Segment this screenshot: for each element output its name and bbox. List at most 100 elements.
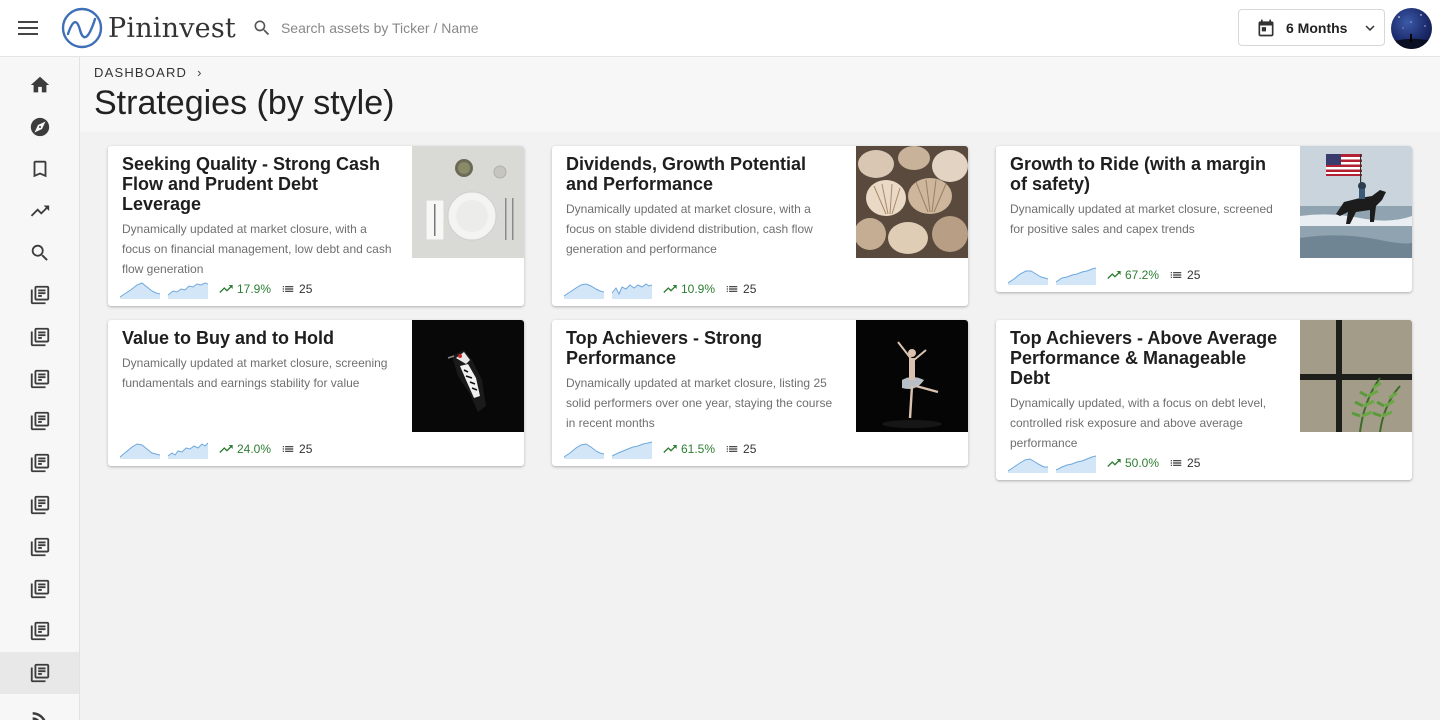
holdings-count: 25 <box>281 442 312 456</box>
return-value: 24.0% <box>218 441 271 457</box>
card-description: Dynamically updated at market closure, l… <box>566 376 833 430</box>
return-value: 10.9% <box>662 281 715 297</box>
trending-up-icon <box>663 285 677 293</box>
avatar[interactable] <box>1391 8 1432 49</box>
search-icon <box>31 244 48 261</box>
sidebar-item-library-5[interactable] <box>0 442 79 484</box>
strategy-card-value-buy-hold[interactable]: Value to Buy and to Hold Dynamically upd… <box>108 320 524 466</box>
card-title: Top Achievers - Strong Performance <box>566 328 763 368</box>
card-title: Top Achievers - Above Average Performanc… <box>1010 328 1278 388</box>
sidebar-item-library-6[interactable] <box>0 484 79 526</box>
library-icon <box>30 579 49 599</box>
sidebar-item-library-1[interactable] <box>0 274 79 316</box>
chevron-down-icon <box>1365 24 1375 31</box>
sidebar-item-library-9[interactable] <box>0 610 79 652</box>
rss-icon <box>32 712 45 720</box>
calendar-icon <box>1258 19 1274 36</box>
sidebar-item-library-10[interactable] <box>0 652 79 694</box>
list-icon <box>726 286 738 292</box>
card-stats: 67.2% 25 <box>1008 265 1200 285</box>
trending-up-icon <box>219 285 233 293</box>
list-icon <box>282 446 294 452</box>
sparkline-chart <box>1056 267 1096 285</box>
home-icon <box>30 76 49 93</box>
sidebar-item-trends[interactable] <box>0 190 79 232</box>
library-icon <box>30 663 49 683</box>
search-bar <box>252 8 641 48</box>
holdings-count: 25 <box>281 282 312 296</box>
top-app-bar: Pininvest 6 Months <box>0 0 1440 57</box>
trending-up-icon <box>30 205 49 217</box>
sparkline-chart <box>564 443 604 459</box>
library-icon <box>30 453 49 473</box>
sidebar-item-library-3[interactable] <box>0 358 79 400</box>
trending-up-icon <box>663 445 677 453</box>
compass-icon <box>30 117 49 137</box>
strategy-card-dividends-growth[interactable]: Dividends, Growth Potential and Performa… <box>552 146 968 306</box>
horse-rider-flag-image <box>1300 146 1412 258</box>
holdings-count: 25 <box>1169 268 1200 282</box>
list-icon <box>1170 272 1182 278</box>
card-title: Growth to Ride (with a margin of safety) <box>1010 154 1266 194</box>
strategy-card-growth-to-ride[interactable]: Growth to Ride (with a margin of safety)… <box>996 146 1412 292</box>
search-input[interactable] <box>280 20 641 36</box>
card-description: Dynamically updated at market closure, w… <box>122 222 392 276</box>
sparkline-chart <box>168 442 208 459</box>
return-value: 17.9% <box>218 281 271 297</box>
card-stats: 10.9% 25 <box>564 279 756 299</box>
list-icon <box>726 446 738 452</box>
sparkline-chart <box>120 443 160 459</box>
logo[interactable]: Pininvest <box>61 7 236 49</box>
sparkline-chart <box>1056 455 1096 473</box>
card-stats: 17.9% 25 <box>120 279 312 299</box>
ballerina-image <box>856 320 968 432</box>
sidebar-item-explore[interactable] <box>0 106 79 148</box>
fern-window-image <box>1300 320 1412 432</box>
library-icon <box>30 369 49 389</box>
card-title: Value to Buy and to Hold <box>122 328 335 348</box>
sidebar-item-home[interactable] <box>0 64 79 106</box>
library-icon <box>30 495 49 515</box>
search-icon[interactable] <box>252 18 272 38</box>
period-selector[interactable]: 6 Months <box>1238 9 1385 46</box>
card-description: Dynamically updated at market closure, w… <box>566 202 813 256</box>
sparkline-chart <box>168 282 208 299</box>
card-stats: 50.0% 25 <box>1008 453 1200 473</box>
sparkline-chart <box>564 283 604 299</box>
sparkline-chart <box>612 441 652 459</box>
holdings-count: 25 <box>725 282 756 296</box>
sidebar-item-library-4[interactable] <box>0 400 79 442</box>
seashells-image <box>856 146 968 258</box>
card-description: Dynamically updated at market closure, s… <box>122 356 388 390</box>
page-header: DASHBOARD › Strategies (by style) <box>80 57 1440 132</box>
card-description: Dynamically updated, with a focus on deb… <box>1010 396 1267 450</box>
sidebar-item-library-8[interactable] <box>0 568 79 610</box>
sidebar <box>0 57 80 720</box>
sidebar-item-library-7[interactable] <box>0 526 79 568</box>
sidebar-item-bookmarks[interactable] <box>0 148 79 190</box>
card-title: Dividends, Growth Potential and Performa… <box>566 154 807 194</box>
strategy-card-top-achievers-debt[interactable]: Top Achievers - Above Average Performanc… <box>996 320 1412 480</box>
library-icon <box>30 621 49 641</box>
sidebar-item-library-2[interactable] <box>0 316 79 358</box>
app-name: Pininvest <box>108 12 236 44</box>
card-description: Dynamically updated at market closure, s… <box>1010 202 1273 236</box>
page-title: Strategies (by style) <box>94 84 395 122</box>
sidebar-item-search[interactable] <box>0 232 79 274</box>
trending-up-icon <box>1107 271 1121 279</box>
trending-up-icon <box>219 445 233 453</box>
bookmark-icon <box>33 160 46 178</box>
sparkline-chart <box>612 283 652 299</box>
strategy-card-top-achievers-strong[interactable]: Top Achievers - Strong Performance Dynam… <box>552 320 968 466</box>
breadcrumb-dashboard-link[interactable]: DASHBOARD <box>94 65 187 80</box>
list-icon <box>282 286 294 292</box>
menu-button[interactable] <box>0 0 56 56</box>
strategy-card-seeking-quality[interactable]: Seeking Quality - Strong Cash Flow and P… <box>108 146 524 306</box>
library-icon <box>30 537 49 557</box>
library-icon <box>30 411 49 431</box>
logo-mark-icon <box>61 7 103 49</box>
sidebar-item-feed[interactable] <box>0 694 79 720</box>
card-title: Seeking Quality - Strong Cash Flow and P… <box>122 154 381 214</box>
menu-icon <box>18 21 38 35</box>
library-icon <box>30 285 49 305</box>
